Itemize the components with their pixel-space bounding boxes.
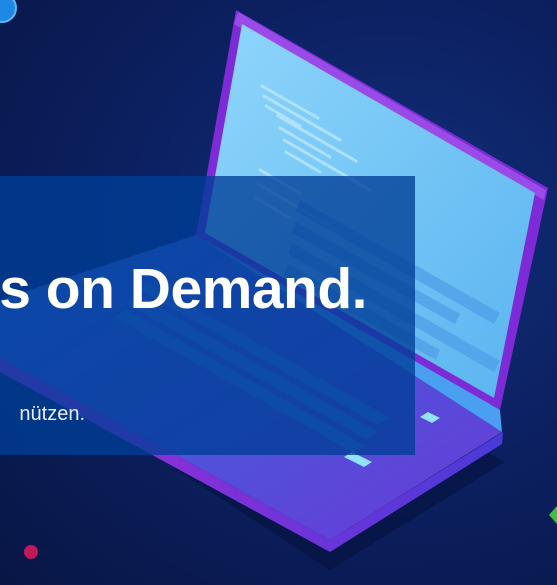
hero-text-panel: s on Demand. nützen. bbox=[0, 176, 415, 455]
green-diamond-icon bbox=[549, 506, 557, 524]
blue-circle-icon bbox=[0, 0, 17, 23]
hero-section: s on Demand. nützen. bbox=[0, 0, 557, 585]
hero-title: s on Demand. bbox=[0, 257, 367, 321]
magenta-dot-icon bbox=[24, 545, 38, 559]
hero-subtitle: nützen. bbox=[19, 403, 85, 425]
